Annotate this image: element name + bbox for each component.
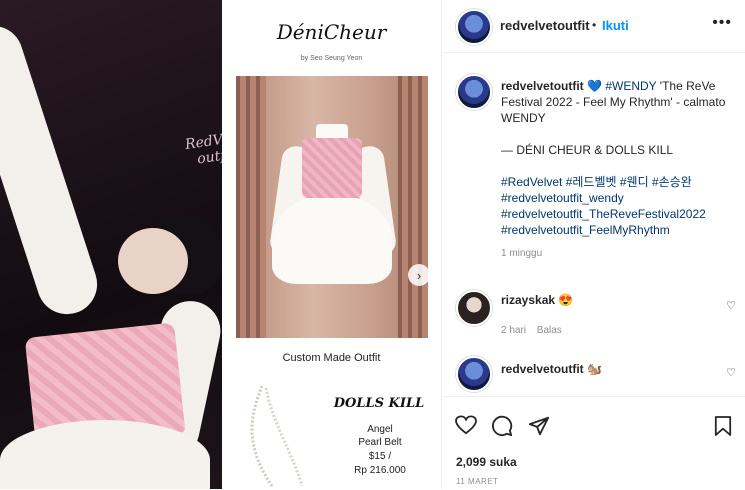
separator-dot: • (592, 18, 597, 32)
comment-username[interactable]: rizayskak (501, 293, 555, 307)
caption-username[interactable]: redvelvetoutfit (501, 79, 584, 93)
dolls-kill-logo: DOLLS KILL (333, 396, 425, 411)
post-actions: 2,099 suka 11 MARET (442, 396, 745, 490)
more-options-icon[interactable]: ••• (712, 14, 732, 32)
outfit-info-panel: DéniCheur by Seo Seung Yeon › Custom Mad… (222, 0, 441, 489)
hashtag-wendy[interactable]: #WENDY (605, 79, 656, 93)
commenter-avatar[interactable] (456, 356, 492, 392)
caption-credit: — DÉNI CHEUR & DOLLS KILL (501, 143, 674, 157)
post-header: redvelvetoutfit • Ikuti ••• (442, 0, 745, 53)
like-comment-heart-icon[interactable]: ♡ (726, 366, 736, 379)
squirrel-emoji: 🐿️ (587, 362, 602, 376)
price-usd: $15 / (368, 451, 392, 462)
hashtag-line[interactable]: #redvelvetoutfit_wendy (501, 190, 736, 206)
blue-heart-emoji: 💙 (587, 79, 602, 93)
custom-made-caption: Custom Made Outfit (282, 352, 381, 364)
deni-cheur-logo: DéniCheur (276, 20, 387, 44)
avatar[interactable] (456, 9, 492, 45)
price-idr: Rp 216.000 (354, 465, 406, 476)
raised-arm (0, 18, 105, 322)
comment-time: 2 hari (501, 325, 527, 336)
likes-count[interactable]: 2,099 suka (456, 455, 517, 469)
post-media[interactable]: RedVelvet outfit DéniCheur by Seo Seung … (0, 0, 441, 489)
hashtag-line[interactable]: #redvelvetoutfit_TheReveFestival2022 (501, 206, 736, 222)
commenter-avatar[interactable] (456, 290, 492, 326)
chevron-right-icon[interactable]: › (408, 264, 430, 286)
heart-icon[interactable] (455, 415, 477, 435)
follow-button[interactable]: Ikuti (602, 18, 629, 33)
like-comment-heart-icon[interactable]: ♡ (726, 299, 736, 312)
dress-photo (236, 76, 428, 338)
caption-avatar[interactable] (456, 74, 492, 110)
header-username[interactable]: redvelvetoutfit (500, 18, 590, 33)
face (118, 228, 188, 294)
post-sidebar: redvelvetoutfit • Ikuti ••• redvelvetout… (441, 0, 745, 489)
post-date: 11 MARET (456, 477, 499, 486)
bookmark-icon[interactable] (714, 415, 732, 437)
hashtag-line[interactable]: #redvelvetoutfit_FeelMyRhythm (501, 222, 736, 238)
comment-username[interactable]: redvelvetoutfit (501, 362, 584, 376)
share-icon[interactable] (528, 415, 550, 437)
reply-button[interactable]: Balas (537, 325, 562, 336)
watermark: RedVelvet outfit (184, 127, 222, 168)
heart-eyes-emoji: 😍 (558, 293, 574, 307)
deni-cheur-sub: by Seo Seung Yeon (300, 55, 363, 62)
comment-icon[interactable] (491, 415, 513, 437)
comment-meta: 2 hari Balas (501, 325, 562, 336)
pearl-belt-image (250, 385, 304, 487)
comment-body: redvelvetoutfit 🐿️ (501, 362, 602, 376)
comment-body: rizayskak 😍 (501, 293, 573, 307)
product-name-2: Pearl Belt (358, 437, 402, 448)
caption-time: 1 minggu (501, 248, 543, 259)
product-name-1: Angel (367, 424, 393, 435)
wendy-photo: RedVelvet outfit (0, 0, 222, 489)
caption: redvelvetoutfit 💙 #WENDY 'The ReVe Festi… (501, 78, 736, 262)
hashtag-line[interactable]: #RedVelvet #레드벨벳 #웬디 #손승완 (501, 174, 736, 190)
